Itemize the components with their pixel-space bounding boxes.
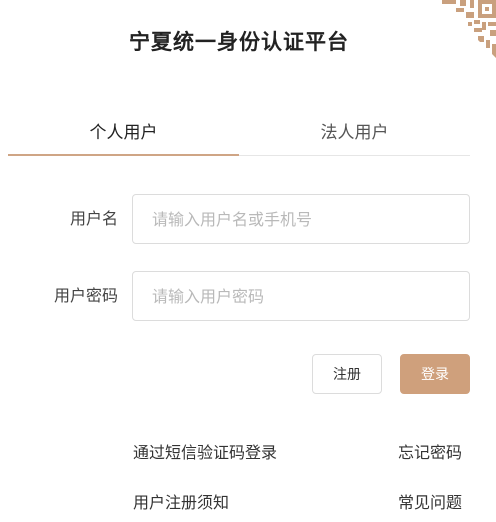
user-type-tabs: 个人用户 法人用户 [8,112,470,156]
username-label: 用户名 [69,209,118,228]
username-input[interactable] [132,194,470,244]
tab-legal-user[interactable]: 法人用户 [239,112,470,155]
tab-personal-user[interactable]: 个人用户 [8,112,239,156]
password-input[interactable] [132,271,470,321]
login-page: 宁夏统一身份认证平台 个人用户 法人用户 用户名 用户密码 注册 登录 通过短信… [0,0,496,522]
password-row: 用户密码 [0,271,496,321]
login-button[interactable]: 登录 [400,354,470,394]
faq-link[interactable]: 常见问题 [398,489,462,513]
page-title: 宁夏统一身份认证平台 [129,30,349,54]
sms-login-link[interactable]: 通过短信验证码登录 [133,439,277,463]
username-row: 用户名 [0,194,496,244]
password-label: 用户密码 [53,286,118,305]
forgot-password-link[interactable]: 忘记密码 [398,439,462,463]
register-notice-link[interactable]: 用户注册须知 [133,489,229,513]
register-button[interactable]: 注册 [312,354,382,394]
